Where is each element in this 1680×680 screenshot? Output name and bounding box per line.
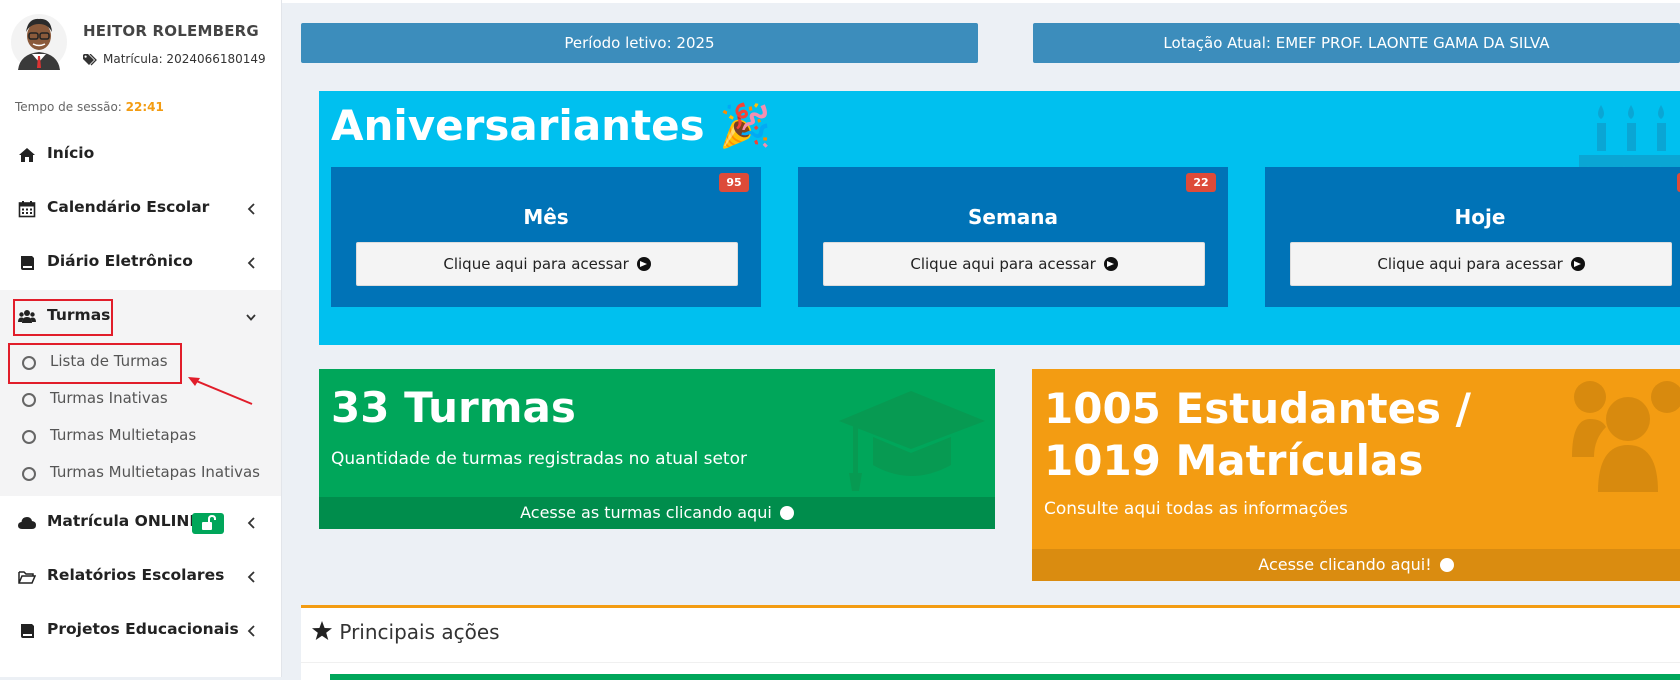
lotacao-atual-bar: Lotação Atual: EMEF PROF. LAONTE GAMA DA…: [1033, 23, 1680, 63]
circle-icon: [22, 356, 36, 370]
circle-icon: [22, 467, 36, 481]
estudantes-access-link[interactable]: Acesse clicando aqui!: [1032, 549, 1680, 581]
turmas-access-link[interactable]: Acesse as turmas clicando aqui: [319, 497, 995, 529]
button-label: Clique aqui para acessar: [910, 255, 1096, 273]
submenu-item-turmas-multietapas-inativas[interactable]: Turmas Multietapas Inativas: [0, 455, 281, 492]
sidebar-item-label: Diário Eletrônico: [47, 252, 193, 270]
tags-icon: [83, 53, 97, 65]
users-icon: [18, 310, 36, 323]
arrow-circle-right-icon: [1439, 558, 1454, 572]
user-panel: HEITOR ROLEMBERG Matrícula: 202406618014…: [10, 12, 270, 76]
aniversariantes-panel: Aniversariantes 🎉 95 Mês Clique aqui par…: [319, 91, 1680, 345]
turmas-description: Quantidade de turmas registradas no atua…: [331, 449, 747, 469]
star-icon: [312, 621, 332, 640]
sidebar-item-label: Turmas: [47, 306, 111, 324]
link-label: Acesse as turmas clicando aqui: [520, 503, 772, 522]
count-badge: 22: [1186, 173, 1216, 192]
sidebar-item-label: Matrícula ONLINE: [47, 512, 200, 530]
chevron-left-icon: [247, 517, 255, 529]
user-name: HEITOR ROLEMBERG: [83, 22, 259, 40]
turmas-summary-box: 33 Turmas Quantidade de turmas registrad…: [319, 369, 995, 529]
principais-acoes-header: Principais ações: [311, 620, 500, 644]
sidebar-item-diario[interactable]: Diário Eletrônico: [0, 236, 281, 290]
aniversariantes-title: Aniversariantes 🎉: [331, 101, 772, 150]
session-time: 22:41: [125, 100, 164, 114]
unlock-icon: [202, 514, 216, 530]
user-matricula-text: Matrícula: 2024066180149: [103, 52, 266, 66]
chevron-left-icon: [247, 203, 255, 215]
main-content: Período letivo: 2025 Lotação Atual: EMEF…: [282, 0, 1680, 680]
card-title: Mês: [523, 205, 569, 229]
home-icon: [19, 148, 35, 162]
access-hoje-button[interactable]: Clique aqui para acessar: [1290, 242, 1672, 286]
users-icon: [1572, 381, 1680, 492]
submenu-item-label: Turmas Multietapas: [50, 426, 197, 444]
sidebar-item-calendario[interactable]: Calendário Escolar: [0, 182, 281, 236]
button-label: Clique aqui para acessar: [1377, 255, 1563, 273]
arrow-circle-right-icon: [1103, 257, 1118, 271]
access-mes-button[interactable]: Clique aqui para acessar: [356, 242, 738, 286]
card-title: Hoje: [1454, 205, 1506, 229]
estudantes-summary-box: 1005 Estudantes / 1019 Matrículas Consul…: [1032, 369, 1680, 581]
aniversariantes-card-hoje: 3 Hoje Clique aqui para acessar: [1265, 167, 1680, 307]
estudantes-description: Consulte aqui todas as informações: [1044, 499, 1348, 519]
action-box-edge: [1013, 674, 1680, 680]
principais-acoes-title: Principais ações: [339, 620, 500, 644]
chevron-down-icon: [246, 314, 256, 321]
sidebar-item-label: Início: [47, 144, 95, 162]
arrow-circle-right-icon: [779, 506, 794, 520]
principais-acoes-panel: Principais ações: [301, 605, 1680, 680]
annotation-arrow: [188, 377, 253, 405]
book-icon: [21, 256, 34, 270]
folder-open-icon: [18, 571, 36, 584]
graduation-cap-icon: [839, 391, 985, 491]
link-label: Acesse clicando aqui!: [1258, 555, 1432, 574]
arrow-circle-right-icon: [1570, 257, 1585, 271]
sidebar-item-inicio[interactable]: Início: [0, 128, 281, 182]
divider: [301, 662, 1680, 663]
circle-icon: [22, 430, 36, 444]
chevron-left-icon: [247, 571, 255, 583]
unlock-badge: [192, 513, 224, 534]
submenu-item-label: Turmas Inativas: [50, 389, 168, 407]
sidebar-item-turmas[interactable]: Turmas: [0, 290, 281, 344]
turmas-submenu: Lista de Turmas Turmas Inativas Turmas M…: [0, 343, 281, 496]
sidebar-item-label: Relatórios Escolares: [47, 566, 225, 584]
submenu-item-label: Lista de Turmas: [50, 352, 168, 370]
card-title: Semana: [967, 205, 1059, 229]
count-badge: 95: [719, 173, 749, 192]
access-semana-button[interactable]: Clique aqui para acessar: [823, 242, 1205, 286]
sidebar-item-label: Projetos Educacionais: [47, 620, 239, 638]
sidebar-item-label: Calendário Escolar: [47, 198, 210, 216]
chevron-left-icon: [247, 257, 255, 269]
user-matricula: Matrícula: 2024066180149: [83, 52, 266, 66]
circle-icon: [22, 393, 36, 407]
session-timer: Tempo de sessão: 22:41: [15, 100, 164, 114]
estudantes-count: 1005 Estudantes / 1019 Matrículas: [1044, 384, 1472, 485]
sidebar-item-relatorios[interactable]: Relatórios Escolares: [0, 550, 281, 604]
session-label: Tempo de sessão:: [15, 100, 122, 114]
top-navbar-edge: [282, 0, 1680, 3]
turmas-count: 33 Turmas: [331, 383, 576, 432]
periodo-letivo-bar: Período letivo: 2025: [301, 23, 978, 63]
submenu-item-turmas-multietapas[interactable]: Turmas Multietapas: [0, 418, 281, 455]
sidebar-item-matricula-online[interactable]: Matrícula ONLINE: [0, 496, 281, 550]
aniversariantes-card-semana: 22 Semana Clique aqui para acessar: [798, 167, 1228, 307]
chevron-left-icon: [247, 625, 255, 637]
avatar: [11, 14, 67, 70]
book-icon: [21, 624, 34, 638]
action-box-edge: [330, 674, 1016, 680]
aniversariantes-card-mes: 95 Mês Clique aqui para acessar: [331, 167, 761, 307]
submenu-item-label: Turmas Multietapas Inativas: [50, 463, 260, 481]
sidebar: HEITOR ROLEMBERG Matrícula: 202406618014…: [0, 0, 282, 677]
calendar-icon: [18, 201, 36, 218]
cloud-icon: [18, 517, 36, 529]
arrow-circle-right-icon: [636, 257, 651, 271]
button-label: Clique aqui para acessar: [443, 255, 629, 273]
sidebar-item-projetos[interactable]: Projetos Educacionais: [0, 604, 281, 658]
